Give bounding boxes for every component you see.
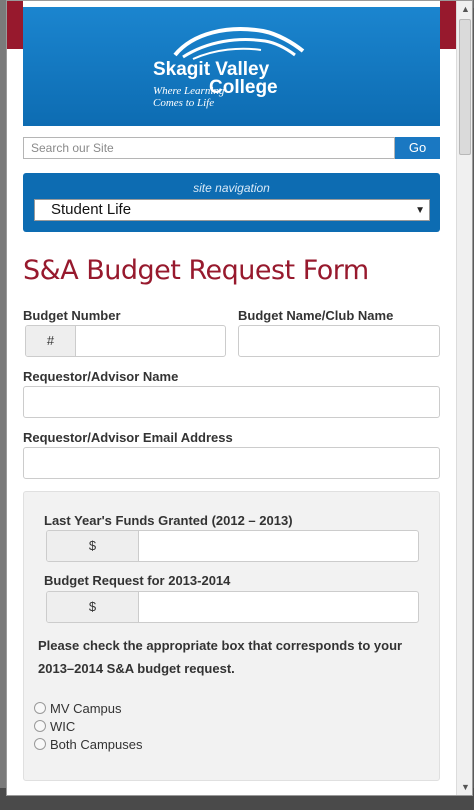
scroll-down-icon[interactable]: ▼ xyxy=(458,779,472,795)
search-go-button[interactable]: Go xyxy=(395,137,440,159)
search-input[interactable] xyxy=(23,137,395,159)
budget-request-field[interactable]: $ xyxy=(46,591,419,623)
radio-option-wic[interactable]: WIC xyxy=(34,717,75,735)
scroll-up-icon[interactable]: ▲ xyxy=(458,1,472,18)
radio-option-both-campuses[interactable]: Both Campuses xyxy=(34,735,143,753)
funds-section: Last Year's Funds Granted (2012 – 2013) … xyxy=(23,491,440,781)
last-year-funds-field[interactable]: $ xyxy=(46,530,419,562)
browser-window: Skagit Valley College Where Learning Com… xyxy=(6,0,473,796)
budget-request-currency-prefix: $ xyxy=(47,592,139,622)
budget-number-prefix: # xyxy=(26,326,76,356)
site-header: Skagit Valley College Where Learning Com… xyxy=(23,7,440,126)
radio-button[interactable] xyxy=(34,738,46,750)
requestor-name-field[interactable] xyxy=(23,386,440,418)
last-year-funds-label: Last Year's Funds Granted (2012 – 2013) xyxy=(44,513,293,528)
radio-button[interactable] xyxy=(34,702,46,714)
logo-tagline2: Comes to Life xyxy=(153,97,215,109)
page-title: S&A Budget Request Form xyxy=(23,255,369,286)
budget-request-label: Budget Request for 2013-2014 xyxy=(44,573,231,588)
vertical-scrollbar[interactable]: ▲ ▼ xyxy=(456,1,472,795)
requestor-email-label: Requestor/Advisor Email Address xyxy=(23,430,233,445)
logo-tagline1: Where Learning xyxy=(153,85,225,97)
budget-number-field[interactable]: # xyxy=(25,325,226,357)
red-band-right xyxy=(440,1,456,49)
campus-instructions: Please check the appropriate box that co… xyxy=(38,638,403,676)
budget-name-field[interactable] xyxy=(238,325,440,357)
red-band-left xyxy=(7,1,23,49)
site-navigation-title: site navigation xyxy=(193,181,270,195)
logo-swoosh-icon xyxy=(173,27,305,60)
requestor-email-field[interactable] xyxy=(23,447,440,479)
dropdown-arrow-icon: ▼ xyxy=(415,205,425,216)
search-bar: Go xyxy=(23,137,440,159)
site-navigation-select[interactable]: Student Life ▼ xyxy=(34,199,430,221)
budget-name-label: Budget Name/Club Name xyxy=(238,308,394,323)
last-year-currency-prefix: $ xyxy=(47,531,139,561)
radio-label: MV Campus xyxy=(50,700,122,716)
college-logo[interactable]: Skagit Valley College Where Learning Com… xyxy=(153,23,323,113)
radio-option-mv-campus[interactable]: MV Campus xyxy=(34,699,122,717)
scroll-thumb[interactable] xyxy=(459,19,471,155)
requestor-name-label: Requestor/Advisor Name xyxy=(23,369,179,384)
site-navigation-selected: Student Life xyxy=(51,201,132,218)
radio-label: Both Campuses xyxy=(50,736,143,752)
budget-number-label: Budget Number xyxy=(23,308,121,323)
radio-button[interactable] xyxy=(34,720,46,732)
site-navigation: site navigation Student Life ▼ xyxy=(23,173,440,232)
radio-label: WIC xyxy=(50,718,76,734)
